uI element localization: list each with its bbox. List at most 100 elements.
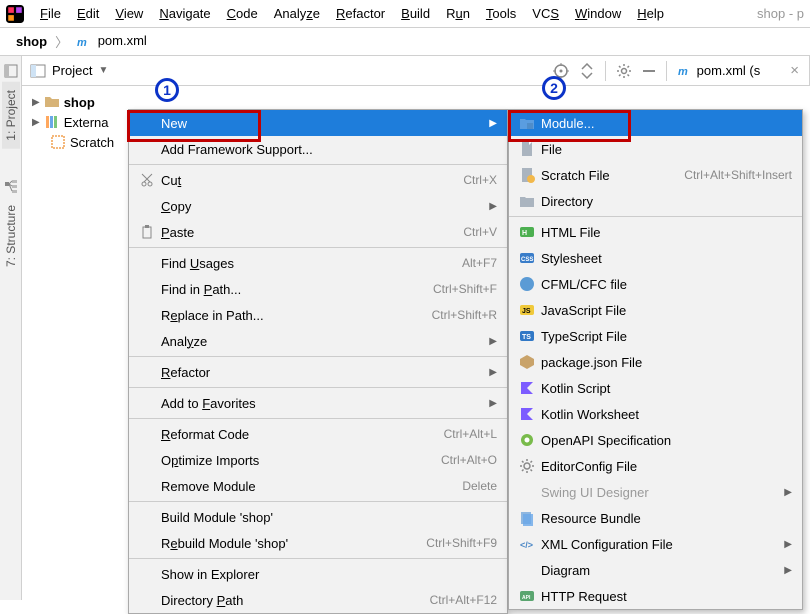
menu-analyze[interactable]: Analyze (266, 6, 328, 21)
menu-vcs[interactable]: VCS (524, 6, 567, 21)
file-icon (517, 141, 537, 157)
menu-item-label: Directory (537, 194, 792, 209)
menu-item-label: Scratch File (537, 168, 664, 183)
new-submenu-item-diagram[interactable]: Diagram▶ (509, 557, 802, 583)
context-menu-item-directory-path[interactable]: Directory PathCtrl+Alt+F12 (129, 587, 507, 613)
menu-item-label: Stylesheet (537, 251, 792, 266)
context-menu-separator (129, 247, 507, 248)
new-submenu-item-resource-bundle[interactable]: Resource Bundle (509, 505, 802, 531)
context-menu-item-optimize-imports[interactable]: Optimize ImportsCtrl+Alt+O (129, 447, 507, 473)
menu-item-label: Build Module 'shop' (157, 510, 497, 525)
tool-tab-project[interactable]: 1: Project (2, 82, 20, 149)
menu-help[interactable]: Help (629, 6, 672, 21)
context-menu-item-show-in-explorer[interactable]: Show in Explorer (129, 561, 507, 587)
editor-tab-pom[interactable]: m pom.xml (s × (667, 56, 810, 86)
new-submenu-item-kotlin-worksheet[interactable]: Kotlin Worksheet (509, 401, 802, 427)
new-submenu-item-package-json-file[interactable]: package.json File (509, 349, 802, 375)
new-submenu-item-javascript-file[interactable]: JSJavaScript File (509, 297, 802, 323)
menu-item-label: Analyze (157, 334, 477, 349)
new-submenu-item-editorconfig-file[interactable]: EditorConfig File (509, 453, 802, 479)
new-submenu-item-xml-configuration-file[interactable]: </>XML Configuration File▶ (509, 531, 802, 557)
menu-item-label: Cut (157, 173, 443, 188)
menu-item-label: Copy (157, 199, 477, 214)
menu-tools[interactable]: Tools (478, 6, 524, 21)
context-menu-item-remove-module[interactable]: Remove ModuleDelete (129, 473, 507, 499)
menu-item-label: TypeScript File (537, 329, 792, 344)
expand-all-icon[interactable] (579, 63, 595, 79)
context-menu-item-build-module-shop[interactable]: Build Module 'shop' (129, 504, 507, 530)
xml-icon: </> (517, 536, 537, 552)
menu-code[interactable]: Code (219, 6, 266, 21)
menu-item-label: Reformat Code (157, 427, 424, 442)
new-submenu-item-scratch-file[interactable]: Scratch FileCtrl+Alt+Shift+Insert (509, 162, 802, 188)
breadcrumb-file[interactable]: m pom.xml (72, 33, 151, 50)
menu-item-label: HTML File (537, 225, 792, 240)
gear-icon[interactable] (616, 63, 632, 79)
menu-window[interactable]: Window (567, 6, 629, 21)
new-submenu-item-openapi-specification[interactable]: OpenAPI Specification (509, 427, 802, 453)
menu-item-label: package.json File (537, 355, 792, 370)
menu-file[interactable]: File (32, 6, 69, 21)
openapi-icon (517, 432, 537, 448)
folder-icon (517, 193, 537, 209)
menu-item-label: File (537, 142, 792, 157)
context-menu-separator (129, 356, 507, 357)
menu-build[interactable]: Build (393, 6, 438, 21)
context-menu-item-cut[interactable]: CutCtrl+X (129, 167, 507, 193)
hide-icon[interactable] (642, 64, 656, 78)
context-menu-item-replace-in-path[interactable]: Replace in Path...Ctrl+Shift+R (129, 302, 507, 328)
submenu-arrow-icon: ▶ (772, 565, 792, 576)
maven-icon: m (76, 34, 92, 50)
kt-icon (517, 406, 537, 422)
new-submenu-item-http-request[interactable]: APIHTTP Request (509, 583, 802, 609)
ts-icon: TS (517, 328, 537, 344)
close-tab-icon[interactable]: × (760, 62, 799, 79)
context-menu-item-find-in-path[interactable]: Find in Path...Ctrl+Shift+F (129, 276, 507, 302)
menu-item-shortcut: Alt+F7 (442, 256, 497, 270)
css-icon: CSS (517, 250, 537, 266)
menu-run[interactable]: Run (438, 6, 478, 21)
chevron-down-icon[interactable]: ▼ (98, 65, 108, 76)
menu-view[interactable]: View (107, 6, 151, 21)
menu-item-label: Find Usages (157, 256, 442, 271)
context-menu-item-rebuild-module-shop[interactable]: Rebuild Module 'shop'Ctrl+Shift+F9 (129, 530, 507, 556)
menu-navigate[interactable]: Navigate (151, 6, 218, 21)
context-menu-separator (129, 558, 507, 559)
menu-item-shortcut: Ctrl+Alt+Shift+Insert (664, 168, 792, 182)
context-menu-separator (129, 387, 507, 388)
js-icon: JS (517, 302, 537, 318)
menu-item-shortcut: Ctrl+Shift+F (413, 282, 497, 296)
context-menu-item-add-to-favorites[interactable]: Add to Favorites▶ (129, 390, 507, 416)
menu-item-label: Show in Explorer (157, 567, 497, 582)
navigation-bar: shop 〉 m pom.xml (0, 28, 810, 56)
tool-tab-structure[interactable]: 7: Structure (2, 197, 20, 275)
context-menu-separator (129, 418, 507, 419)
menu-edit[interactable]: Edit (69, 6, 107, 21)
context-menu-item-reformat-code[interactable]: Reformat CodeCtrl+Alt+L (129, 421, 507, 447)
context-menu-item-copy[interactable]: Copy▶ (129, 193, 507, 219)
context-menu-item-paste[interactable]: PasteCtrl+V (129, 219, 507, 245)
context-menu-separator (129, 501, 507, 502)
context-menu: New▶Add Framework Support...CutCtrl+XCop… (128, 109, 508, 614)
menu-item-label: OpenAPI Specification (537, 433, 792, 448)
new-submenu-item-kotlin-script[interactable]: Kotlin Script (509, 375, 802, 401)
maven-icon: m (677, 63, 693, 79)
menu-item-label: HTTP Request (537, 589, 792, 604)
context-menu-item-analyze[interactable]: Analyze▶ (129, 328, 507, 354)
menu-refactor[interactable]: Refactor (328, 6, 393, 21)
context-menu-item-find-usages[interactable]: Find UsagesAlt+F7 (129, 250, 507, 276)
pkg-icon (517, 354, 537, 370)
menu-item-label: Optimize Imports (157, 453, 421, 468)
menu-item-label: Directory Path (157, 593, 410, 608)
submenu-arrow-icon: ▶ (477, 118, 497, 129)
breadcrumb-root[interactable]: shop (12, 34, 51, 49)
new-submenu-item-swing-ui-designer: Swing UI Designer▶ (509, 479, 802, 505)
new-submenu-item-directory[interactable]: Directory (509, 188, 802, 214)
project-view-label[interactable]: Project (52, 63, 92, 78)
submenu-arrow-icon: ▶ (477, 398, 497, 409)
new-submenu-item-typescript-file[interactable]: TSTypeScript File (509, 323, 802, 349)
new-submenu-item-stylesheet[interactable]: CSSStylesheet (509, 245, 802, 271)
new-submenu-item-html-file[interactable]: HHTML File (509, 219, 802, 245)
new-submenu-item-cfml-cfc-file[interactable]: CFML/CFC file (509, 271, 802, 297)
context-menu-item-refactor[interactable]: Refactor▶ (129, 359, 507, 385)
